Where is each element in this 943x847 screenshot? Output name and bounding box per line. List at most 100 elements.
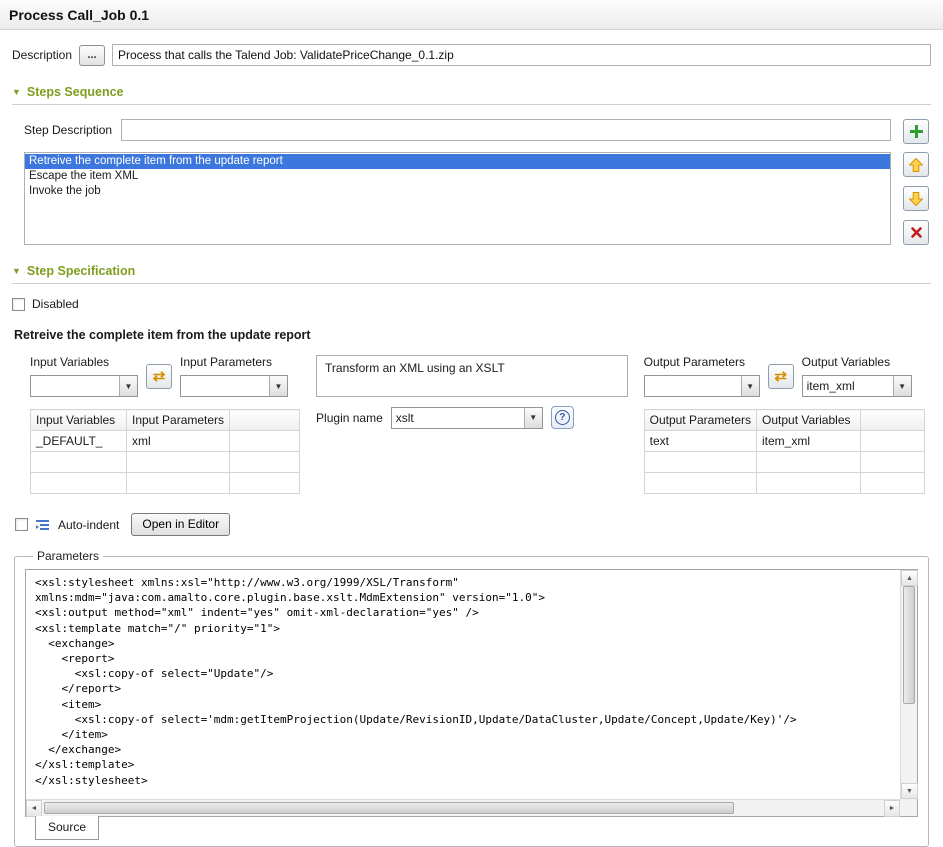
table-cell[interactable]: _DEFAULT_ [31,431,127,452]
horizontal-scroll-thumb[interactable] [44,802,734,814]
section-divider [12,283,931,284]
delete-step-button[interactable] [903,220,929,245]
table-cell[interactable] [31,473,127,494]
table-cell[interactable] [230,431,300,452]
column-header-input-parameters[interactable]: Input Parameters [127,410,230,431]
table-cell[interactable] [31,452,127,473]
collapse-triangle-icon[interactable]: ▼ [12,267,21,276]
vertical-scrollbar[interactable]: ▲ ▼ [900,570,917,799]
description-input[interactable] [112,44,931,66]
table-cell[interactable] [127,473,230,494]
input-parameters-combo[interactable]: ▼ [180,375,288,397]
table-cell[interactable]: text [644,431,756,452]
table-cell[interactable] [230,452,300,473]
move-step-down-button[interactable] [903,186,929,211]
horizontal-scroll-track[interactable] [42,800,884,816]
table-row[interactable] [644,452,924,473]
disabled-checkbox[interactable] [12,298,25,311]
horizontal-scrollbar[interactable]: ◄ ► [26,799,900,816]
combo-value [31,376,119,396]
chevron-down-icon[interactable]: ▼ [893,376,911,396]
input-mapping-column: Input Variables ▼ ⇄ Input [30,355,300,494]
chevron-down-icon[interactable]: ▼ [269,376,287,396]
list-item[interactable]: Escape the item XML [25,169,890,184]
delete-x-icon [910,226,923,239]
source-editor[interactable]: <xsl:stylesheet xmlns:xsl="http://www.w3… [25,569,918,817]
open-in-editor-button[interactable]: Open in Editor [131,513,230,536]
vertical-scroll-thumb[interactable] [903,586,915,704]
combo-value: xslt [392,408,524,428]
step-description-input[interactable] [121,119,891,141]
table-cell[interactable]: item_xml [757,431,861,452]
arrow-down-icon [908,191,924,207]
scroll-left-button[interactable]: ◄ [26,800,42,817]
current-step-title: Retreive the complete item from the upda… [14,328,931,342]
table-cell[interactable] [757,473,861,494]
map-input-button[interactable]: ⇄ [146,364,172,389]
input-variables-label: Input Variables [30,355,138,370]
scrollbar-corner [900,799,917,816]
chevron-down-icon[interactable]: ▼ [119,376,137,396]
plugin-name-label: Plugin name [316,411,383,425]
combo-value [181,376,269,396]
plugin-description: Transform an XML using an XSLT [316,355,628,397]
list-item[interactable]: Invoke the job [25,184,890,199]
table-row[interactable]: text item_xml [644,431,924,452]
output-mapping-table[interactable]: Output Parameters Output Variables text … [644,409,925,494]
scroll-right-button[interactable]: ► [884,800,900,817]
map-output-button[interactable]: ⇄ [768,364,794,389]
help-button[interactable]: ? [551,406,574,429]
input-variables-combo[interactable]: ▼ [30,375,138,397]
table-cell[interactable] [757,452,861,473]
column-header-filler [230,410,300,431]
output-variables-combo[interactable]: item_xml ▼ [802,375,912,397]
table-cell[interactable] [127,452,230,473]
table-row[interactable] [31,473,300,494]
add-step-button[interactable] [903,119,929,144]
input-mapping-table[interactable]: Input Variables Input Parameters _DEFAUL… [30,409,300,494]
table-cell[interactable] [861,452,925,473]
page-title: Process Call_Job 0.1 [9,7,149,23]
xslt-source-code[interactable]: <xsl:stylesheet xmlns:xsl="http://www.w3… [26,570,900,799]
column-header-output-variables[interactable]: Output Variables [757,410,861,431]
table-cell[interactable] [861,473,925,494]
plus-icon [910,125,923,138]
auto-indent-checkbox[interactable] [15,518,28,531]
steps-list-row: Retreive the complete item from the upda… [24,152,929,245]
column-header-output-parameters[interactable]: Output Parameters [644,410,756,431]
table-cell[interactable] [644,452,756,473]
output-parameters-label: Output Parameters [644,355,760,370]
table-cell[interactable]: xml [127,431,230,452]
table-cell[interactable] [230,473,300,494]
move-step-up-button[interactable] [903,152,929,177]
vertical-scroll-track[interactable] [901,586,917,783]
chevron-down-icon[interactable]: ▼ [524,408,542,428]
editor-tab-bar: Source [25,817,918,842]
scroll-down-button[interactable]: ▼ [901,783,918,799]
steps-list[interactable]: Retreive the complete item from the upda… [24,152,891,245]
table-row[interactable] [31,452,300,473]
step-specification-panel: Input Variables ▼ ⇄ Input [30,355,925,494]
collapse-triangle-icon[interactable]: ▼ [12,88,21,97]
arrow-up-icon [908,157,924,173]
editor-title-bar: Process Call_Job 0.1 [0,0,943,30]
source-tab[interactable]: Source [35,816,99,840]
table-cell[interactable] [861,431,925,452]
plugin-name-combo[interactable]: xslt ▼ [391,407,543,429]
table-row[interactable] [644,473,924,494]
column-header-input-variables[interactable]: Input Variables [31,410,127,431]
chevron-down-icon[interactable]: ▼ [741,376,759,396]
steps-sequence-section-header[interactable]: ▼ Steps Sequence [12,85,931,99]
scroll-up-button[interactable]: ▲ [901,570,918,586]
step-specification-section-header[interactable]: ▼ Step Specification [12,264,931,278]
description-browse-button[interactable]: ... [79,45,105,66]
step-description-label: Step Description [24,123,112,137]
output-parameters-combo[interactable]: ▼ [644,375,760,397]
process-editor: Process Call_Job 0.1 Description ... ▼ S… [0,0,943,847]
description-row: Description ... [12,44,931,66]
list-item[interactable]: Retreive the complete item from the upda… [25,154,890,169]
combo-value: item_xml [803,376,893,396]
table-row[interactable]: _DEFAULT_ xml [31,431,300,452]
step-description-row: Step Description [24,119,929,144]
table-cell[interactable] [644,473,756,494]
